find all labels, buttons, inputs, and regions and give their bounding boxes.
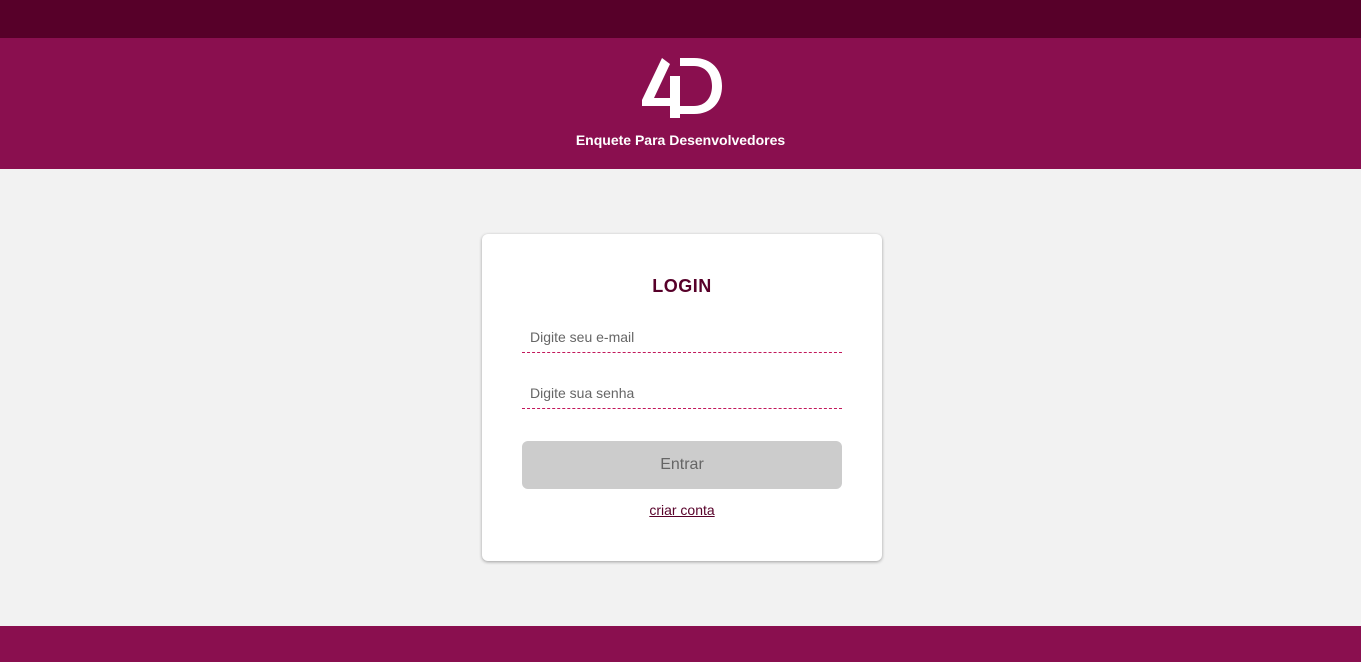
app-subtitle: Enquete Para Desenvolvedores bbox=[575, 132, 786, 148]
create-account-container: criar conta bbox=[482, 502, 882, 518]
logo-4d-icon bbox=[642, 58, 722, 118]
create-account-link[interactable]: criar conta bbox=[649, 502, 714, 518]
top-bar bbox=[0, 0, 1361, 38]
header: Enquete Para Desenvolvedores bbox=[0, 38, 1361, 169]
email-field[interactable] bbox=[522, 321, 842, 353]
login-button[interactable]: Entrar bbox=[522, 441, 842, 489]
footer bbox=[0, 626, 1361, 662]
login-title: LOGIN bbox=[652, 276, 712, 296]
password-field[interactable] bbox=[522, 377, 842, 409]
login-card: LOGIN Entrar criar conta bbox=[482, 234, 882, 561]
